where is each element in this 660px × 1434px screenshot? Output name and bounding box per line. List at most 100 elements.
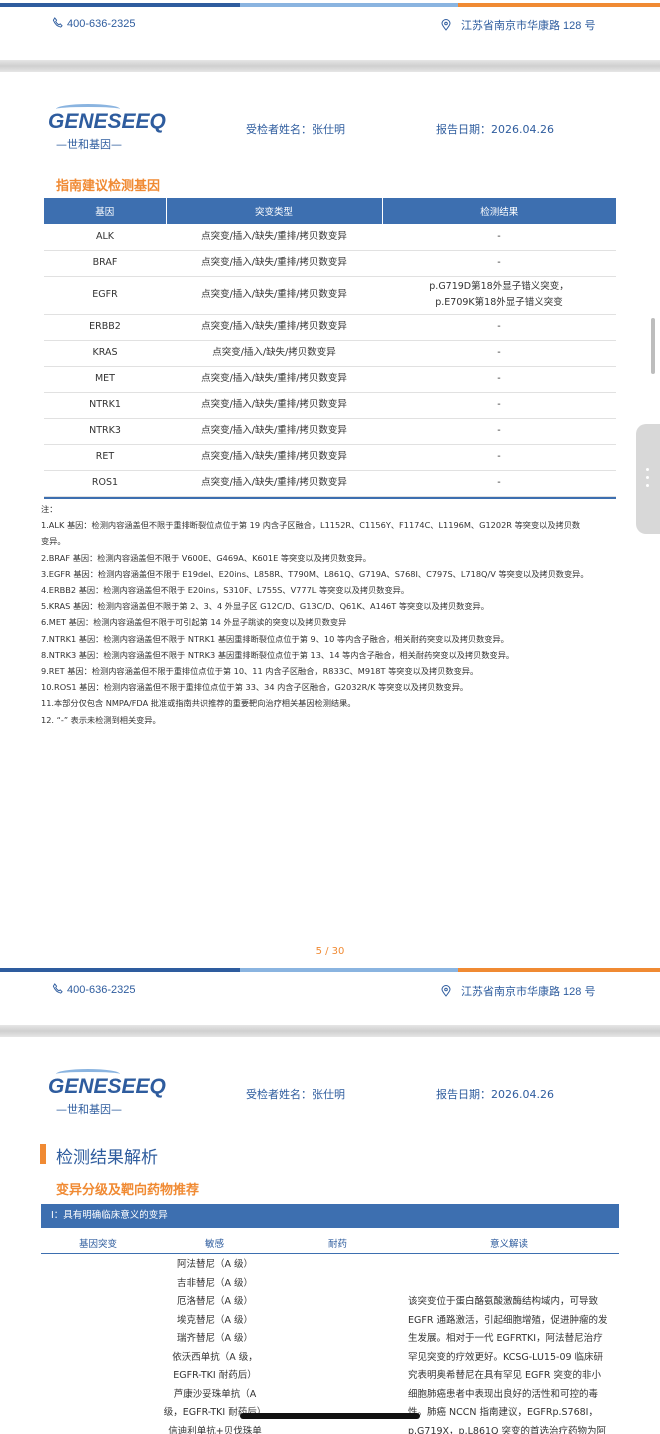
gene-cell: BRAF	[44, 250, 166, 277]
gene-cell: NTRK3	[44, 418, 166, 445]
result-cell: -	[382, 340, 616, 367]
col-resistant: 耐药	[328, 1239, 348, 1250]
interp-line: 细胞肺癌患者中表现出良好的活性和可控的毒	[408, 1388, 599, 1400]
gene-cell: NTRK1	[44, 392, 166, 419]
table-row: NTRK1 点突变/插入/缺失/重排/拷贝数变异 -	[44, 392, 616, 419]
page-separator	[0, 60, 660, 72]
big-title: 检测结果解析	[56, 1148, 158, 1168]
phone-contact: 400-636-2325	[52, 983, 136, 996]
note-line: 9.RET 基因：检测内容涵盖但不限于重排位点位于第 10、11 内含子区融合，…	[41, 666, 479, 677]
table-row: ROS1 点突变/插入/缺失/重排/拷贝数变异 -	[44, 470, 616, 497]
report-date: 报告日期：2026.04.26	[436, 123, 554, 136]
interp-line: 性。肺癌 NCCN 指南建议，EGFRp.S768I，	[408, 1407, 598, 1418]
type-cell: 点突变/插入/缺失/重排/拷贝数变异	[166, 314, 382, 341]
drug-item: 埃克替尼（A 级）	[176, 1314, 254, 1326]
type-cell: 点突变/插入/缺失/拷贝数变异	[166, 340, 382, 367]
home-indicator[interactable]	[240, 1413, 420, 1419]
scrollbar-thumb[interactable]	[651, 318, 655, 374]
note-line: 8.NTRK3 基因：检测内容涵盖但不限于 NTRK3 基因重排断裂位点位于第 …	[41, 649, 515, 660]
interp-line: 罕见突变的疗效更好。KCSG-LU15-09 临床研	[408, 1351, 604, 1363]
column-header-rule	[41, 1253, 619, 1254]
patient-name: 受检者姓名：张仕明	[246, 123, 345, 136]
table-row: NTRK3 点突变/插入/缺失/重排/拷贝数变异 -	[44, 418, 616, 445]
type-cell: 点突变/插入/缺失/重排/拷贝数变异	[166, 250, 382, 277]
page-number: 5 / 30	[315, 946, 345, 957]
result-cell: -	[382, 314, 616, 341]
result-cell: -	[382, 418, 616, 445]
type-cell: 点突变/插入/缺失/重排/拷贝数变异	[166, 224, 382, 251]
page-separator	[0, 1025, 660, 1037]
report-date: 报告日期：2026.04.26	[436, 1088, 554, 1101]
type-cell: 点突变/插入/缺失/重排/拷贝数变异	[166, 392, 382, 419]
table-row: RET 点突变/插入/缺失/重排/拷贝数变异 -	[44, 444, 616, 471]
top-color-bar	[0, 3, 660, 7]
header-mutation-type: 突变类型	[166, 198, 383, 224]
note-line: 6.MET 基因：检测内容涵盖但不限于可引起第 14 外显子跳读的突变以及拷贝数…	[41, 617, 347, 628]
note-line: 12. “-” 表示未检测到相关变异。	[41, 714, 161, 725]
table-bottom-rule	[44, 497, 616, 499]
result-cell: -	[382, 224, 616, 251]
result-cell: -	[382, 444, 616, 471]
phone-number: 400-636-2325	[67, 18, 136, 30]
type-cell: 点突变/插入/缺失/重排/拷贝数变异	[166, 366, 382, 393]
table-row: KRAS 点突变/插入/缺失/拷贝数变异 -	[44, 340, 616, 367]
drug-item: 厄洛替尼（A 级）	[176, 1296, 254, 1307]
drug-item: 吉非替尼（A 级）	[176, 1277, 254, 1289]
drug-item: 芦康沙妥珠单抗（A	[173, 1388, 257, 1400]
type-cell: 点突变/插入/缺失/重排/拷贝数变异	[166, 470, 382, 497]
result-cell: -	[382, 470, 616, 497]
drug-item: 阿法替尼（A 级）	[176, 1259, 254, 1270]
interpretation-text: 该突变位于蛋白酪氨酸激酶结构域内，可导致 EGFR 通路激活，引起细胞增殖，促进…	[408, 1293, 614, 1434]
logo-subtitle: —世和基因—	[56, 1103, 122, 1116]
table-row: ALK 点突变/插入/缺失/重排/拷贝数变异 -	[44, 224, 616, 251]
type-cell: 点突变/插入/缺失/重排/拷贝数变异	[166, 444, 382, 471]
phone-icon	[52, 17, 63, 28]
interp-line: p.G719X，p.L861Q 突变的首选治疗药物为阿	[408, 1425, 607, 1434]
note-line: 3.EGFR 基因：检测内容涵盖但不限于 E19del、E20ins、L858R…	[41, 568, 589, 579]
interp-line: 该突变位于蛋白酪氨酸激酶结构域内，可导致	[408, 1296, 599, 1307]
gene-cell: MET	[44, 366, 166, 393]
drug-item: 信迪利单抗+贝伐珠单	[168, 1425, 262, 1434]
gene-cell: ERBB2	[44, 314, 166, 341]
location-pin-icon	[441, 985, 451, 997]
result-line-2: p.E709K第18外显子错义突变	[435, 297, 563, 308]
heading-accent-bar	[40, 1144, 46, 1164]
result-cell: -	[382, 392, 616, 419]
table-row: BRAF 点突变/插入/缺失/重排/拷贝数变异 -	[44, 250, 616, 277]
gene-cell: KRAS	[44, 340, 166, 367]
drug-item: 瑞齐替尼（A 级）	[176, 1333, 254, 1344]
side-panel-handle[interactable]	[636, 424, 660, 534]
logo-wordmark: GENESEEQ	[48, 1075, 166, 1098]
address-contact: 江苏省南京市华康路 128 号	[441, 983, 595, 999]
result-cell: p.G719D第18外显子错义突变， p.E709K第18外显子错义突变	[382, 276, 616, 315]
note-line: 7.NTRK1 基因：检测内容涵盖但不限于 NTRK1 基因重排断裂位点位于第 …	[41, 633, 509, 644]
table-row: ERBB2 点突变/插入/缺失/重排/拷贝数变异 -	[44, 314, 616, 341]
note-line: 变异。	[41, 536, 66, 547]
header-result: 检测结果	[382, 198, 616, 224]
sensitive-drug-list: 阿法替尼（A 级） 吉非替尼（A 级） 厄洛替尼（A 级） 埃克替尼（A 级） …	[160, 1256, 270, 1434]
col-gene-mutation: 基因突变	[79, 1239, 118, 1250]
phone-number: 400-636-2325	[67, 984, 136, 996]
guideline-gene-table: 基因 突变类型 检测结果 ALK 点突变/插入/缺失/重排/拷贝数变异 - BRAF…	[44, 198, 616, 497]
address-contact: 江苏省南京市华康路 128 号	[441, 17, 595, 33]
logo-subtitle: —世和基因—	[56, 138, 122, 151]
table-row: MET 点突变/插入/缺失/重排/拷贝数变异 -	[44, 366, 616, 393]
note-line: 1.ALK 基因：检测内容涵盖但不限于重排断裂位点位于第 19 内含子区融合，L…	[41, 520, 581, 531]
gene-cell: RET	[44, 444, 166, 471]
result-cell: -	[382, 366, 616, 393]
address-text: 江苏省南京市华康路 128 号	[461, 20, 596, 32]
phone-contact: 400-636-2325	[52, 17, 136, 30]
interp-line: 究表明奥希替尼在具有罕见 EGFR 突变的非小	[408, 1370, 601, 1381]
phone-icon	[52, 983, 63, 994]
table-header-row: 基因 突变类型 检测结果	[44, 198, 616, 224]
gene-cell: ALK	[44, 224, 166, 251]
top-color-bar	[0, 968, 660, 972]
gene-cell: ROS1	[44, 470, 166, 497]
note-line: 11.本部分仅包含 NMPA/FDA 批准或指南共识推荐的重要靶向治疗相关基因检…	[41, 698, 356, 709]
note-line: 4.ERBB2 基因：检测内容涵盖但不限于 E20ins，S310F、L755S…	[41, 585, 410, 596]
result-line-1: p.G719D第18外显子错义突变，	[429, 281, 569, 292]
interp-line: 生发展。相对于一代 EGFRTKI，阿法替尼治疗	[408, 1333, 603, 1344]
type-cell: 点突变/插入/缺失/重排/拷贝数变异	[166, 276, 382, 315]
result-cell: -	[382, 250, 616, 277]
section-title-variant-grading: 变异分级及靶向药物推荐	[56, 1183, 200, 1198]
